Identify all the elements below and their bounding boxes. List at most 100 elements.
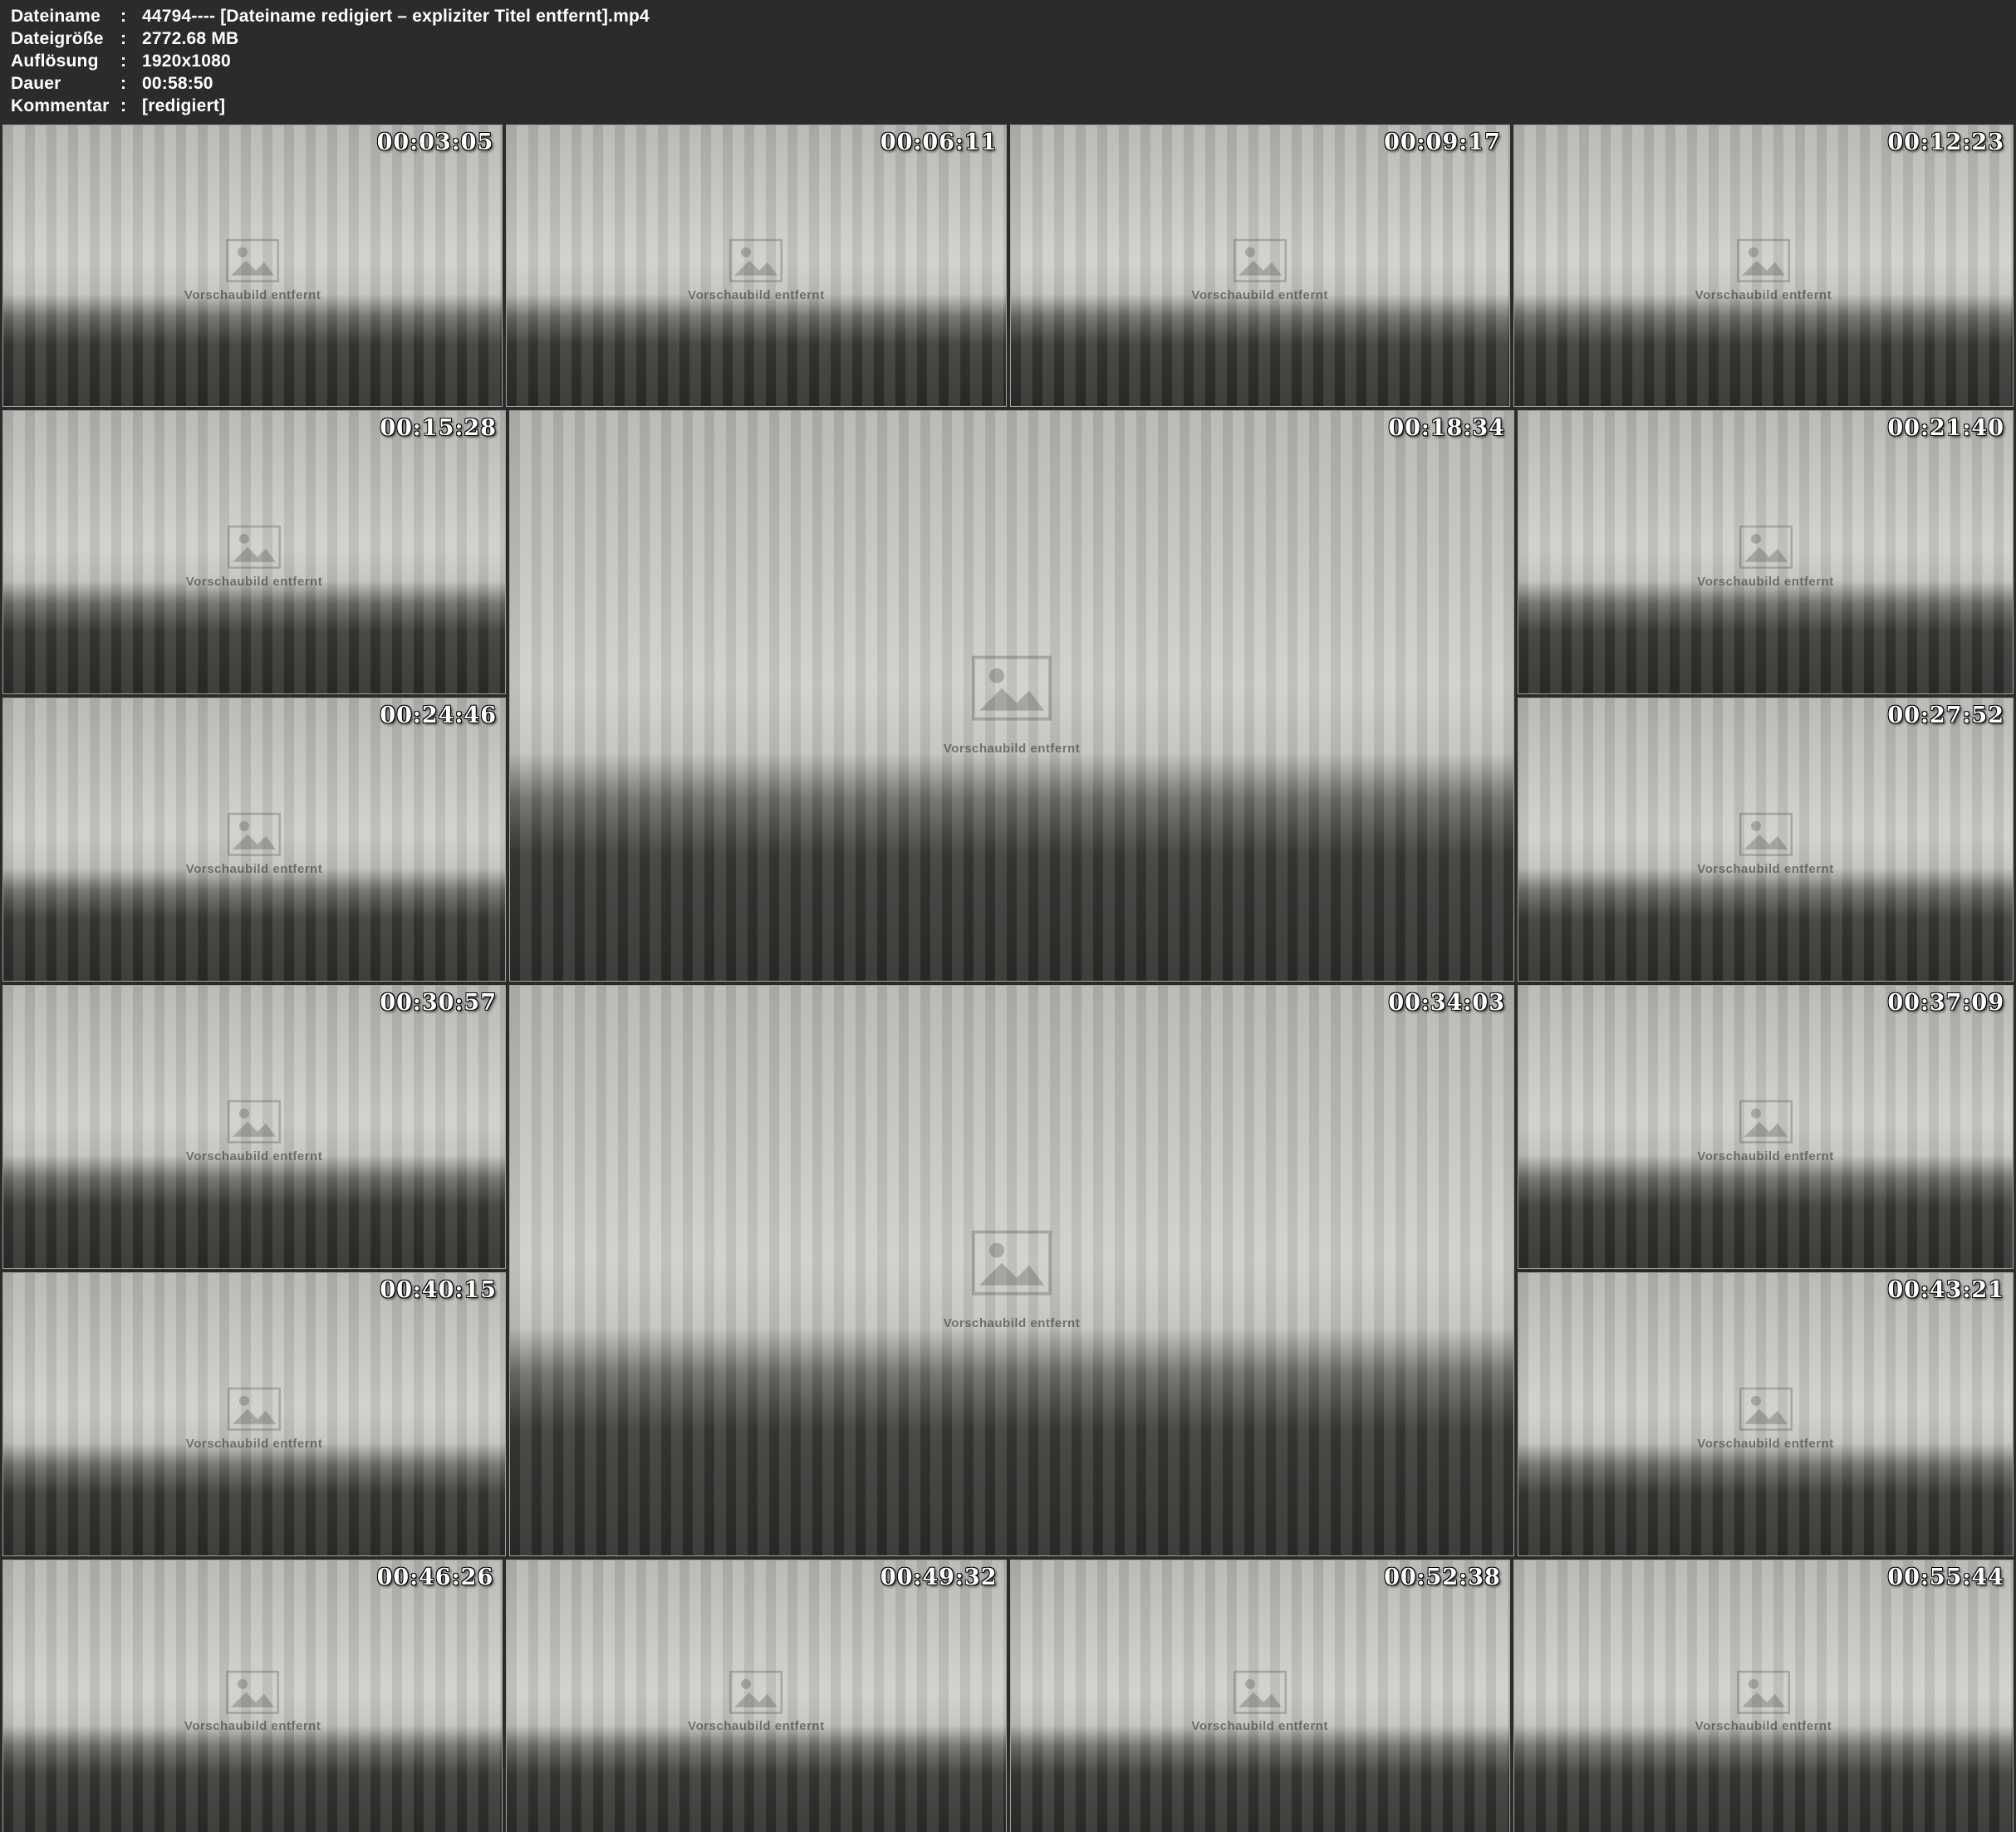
field-separator: : — [120, 51, 142, 71]
timestamp-badge: 00:18:34 — [1388, 415, 1505, 441]
timestamp-badge: 00:03:05 — [377, 130, 494, 155]
image-placeholder-icon — [228, 813, 281, 856]
band-2-right-column: Vorschaubild entfernt 00:21:40 Vorschaub… — [1518, 410, 2014, 982]
redaction-note: Vorschaubild entfernt — [510, 1316, 1513, 1330]
timestamp-badge: 00:52:38 — [1384, 1565, 1501, 1590]
redaction-note: Vorschaubild entfernt — [3, 862, 505, 876]
image-placeholder-icon — [226, 1671, 279, 1714]
redaction-note: Vorschaubild entfernt — [3, 1149, 505, 1163]
redaction-note: Vorschaubild entfernt — [1518, 1149, 2013, 1163]
band-2-center-column: Vorschaubild entfernt 00:18:34 — [509, 410, 1514, 982]
image-placeholder-icon — [972, 656, 1052, 721]
redaction-note: Vorschaubild entfernt — [3, 1719, 502, 1733]
image-placeholder-icon — [228, 1100, 281, 1144]
filename-value: 44794---- [Dateiname redigiert – explizi… — [142, 7, 2005, 27]
redaction-note: Vorschaubild entfernt — [507, 1719, 1005, 1733]
redaction-note: Vorschaubild entfernt — [1518, 862, 2013, 876]
redaction-note: Vorschaubild entfernt — [1514, 1719, 2013, 1733]
redaction-note: Vorschaubild entfernt — [1514, 288, 2013, 302]
field-label: Dauer — [11, 74, 120, 94]
timestamp-badge: 00:15:28 — [380, 415, 497, 441]
redaction-note: Vorschaubild entfernt — [3, 575, 505, 589]
thumbnail-band-3: Vorschaubild entfernt 00:30:57 Vorschaub… — [2, 985, 2014, 1556]
field-label: Auflösung — [11, 51, 120, 71]
redaction-note: Vorschaubild entfernt — [507, 288, 1005, 302]
redaction-note: Vorschaubild entfernt — [3, 288, 502, 302]
file-info-row-filename: Dateiname : 44794---- [Dateiname redigie… — [11, 7, 2005, 29]
timestamp-badge: 00:46:26 — [377, 1565, 494, 1590]
field-label: Kommentar — [11, 96, 120, 116]
video-thumbnail-large: Vorschaubild entfernt 00:18:34 — [509, 410, 1514, 982]
timestamp-badge: 00:55:44 — [1887, 1565, 2004, 1590]
resolution-value: 1920x1080 — [142, 51, 2005, 71]
video-thumbnail: Vorschaubild entfernt 00:52:38 — [1010, 1560, 1510, 1832]
video-thumbnail: Vorschaubild entfernt 00:12:23 — [1513, 125, 2014, 407]
image-placeholder-icon — [1737, 239, 1790, 282]
timestamp-badge: 00:27:52 — [1887, 703, 2004, 728]
file-info-row-comment: Kommentar : [redigiert] — [11, 96, 2005, 119]
video-thumbnail: Vorschaubild entfernt 00:24:46 — [2, 698, 506, 982]
image-placeholder-icon — [226, 239, 279, 282]
timestamp-badge: 00:37:09 — [1887, 990, 2004, 1016]
timestamp-badge: 00:30:57 — [380, 990, 497, 1016]
video-thumbnail-large: Vorschaubild entfernt 00:34:03 — [509, 985, 1514, 1556]
timestamp-badge: 00:40:15 — [380, 1277, 497, 1303]
band-3-left-column: Vorschaubild entfernt 00:30:57 Vorschaub… — [2, 985, 506, 1556]
timestamp-badge: 00:12:23 — [1887, 130, 2004, 155]
image-placeholder-icon — [729, 1671, 782, 1714]
band-3-center-column: Vorschaubild entfernt 00:34:03 — [509, 985, 1514, 1556]
video-thumbnail: Vorschaubild entfernt 00:30:57 — [2, 985, 506, 1269]
file-info-row-filesize: Dateigröße : 2772.68 MB — [11, 29, 2005, 51]
image-placeholder-icon — [228, 1388, 281, 1431]
redaction-note: Vorschaubild entfernt — [3, 1437, 505, 1451]
filesize-value: 2772.68 MB — [142, 29, 2005, 49]
redaction-note: Vorschaubild entfernt — [1011, 1719, 1509, 1733]
video-thumbnail: Vorschaubild entfernt 00:06:11 — [506, 125, 1006, 407]
redaction-note: Vorschaubild entfernt — [1518, 575, 2013, 589]
duration-value: 00:58:50 — [142, 74, 2005, 94]
video-thumbnail: Vorschaubild entfernt 00:03:05 — [2, 125, 503, 407]
redaction-note: Vorschaubild entfernt — [510, 742, 1513, 756]
band-2-left-column: Vorschaubild entfernt 00:15:28 Vorschaub… — [2, 410, 506, 982]
thumbnail-band-2: Vorschaubild entfernt 00:15:28 Vorschaub… — [2, 410, 2014, 982]
video-thumbnail: Vorschaubild entfernt 00:27:52 — [1518, 698, 2014, 982]
image-placeholder-icon — [1739, 526, 1793, 569]
timestamp-badge: 00:06:11 — [880, 130, 998, 155]
timestamp-badge: 00:21:40 — [1887, 415, 2004, 441]
video-thumbnail: Vorschaubild entfernt 00:37:09 — [1518, 985, 2014, 1269]
image-placeholder-icon — [729, 239, 782, 282]
file-info-row-resolution: Auflösung : 1920x1080 — [11, 51, 2005, 74]
timestamp-badge: 00:24:46 — [380, 703, 497, 728]
image-placeholder-icon — [1739, 1388, 1793, 1431]
image-placeholder-icon — [228, 526, 281, 569]
field-label: Dateiname — [11, 7, 120, 27]
thumbnail-band-1: Vorschaubild entfernt 00:03:05 Vorschaub… — [2, 125, 2014, 407]
field-label: Dateigröße — [11, 29, 120, 49]
thumbnail-band-4: Vorschaubild entfernt 00:46:26 Vorschaub… — [2, 1560, 2014, 1832]
band-3-right-column: Vorschaubild entfernt 00:37:09 Vorschaub… — [1518, 985, 2014, 1556]
file-info-row-duration: Dauer : 00:58:50 — [11, 74, 2005, 96]
image-placeholder-icon — [1739, 813, 1793, 856]
timestamp-badge: 00:09:17 — [1384, 130, 1501, 155]
timestamp-badge: 00:43:21 — [1887, 1277, 2004, 1303]
field-separator: : — [120, 96, 142, 116]
field-separator: : — [120, 7, 142, 27]
image-placeholder-icon — [1737, 1671, 1790, 1714]
comment-value: [redigiert] — [142, 96, 2005, 116]
field-separator: : — [120, 74, 142, 94]
redaction-note: Vorschaubild entfernt — [1011, 288, 1509, 302]
redaction-note: Vorschaubild entfernt — [1518, 1437, 2013, 1451]
timestamp-badge: 00:49:32 — [880, 1565, 998, 1590]
video-thumbnail: Vorschaubild entfernt 00:43:21 — [1518, 1272, 2014, 1556]
field-separator: : — [120, 29, 142, 49]
image-placeholder-icon — [1234, 1671, 1287, 1714]
image-placeholder-icon — [1739, 1100, 1793, 1144]
video-contact-sheet: Dateiname : 44794---- [Dateiname redigie… — [0, 0, 2016, 1832]
video-thumbnail: Vorschaubild entfernt 00:40:15 — [2, 1272, 506, 1556]
video-thumbnail: Vorschaubild entfernt 00:21:40 — [1518, 410, 2014, 694]
image-placeholder-icon — [1234, 239, 1287, 282]
timestamp-badge: 00:34:03 — [1388, 990, 1505, 1016]
video-thumbnail: Vorschaubild entfernt 00:46:26 — [2, 1560, 503, 1832]
video-thumbnail: Vorschaubild entfernt 00:15:28 — [2, 410, 506, 694]
video-thumbnail: Vorschaubild entfernt 00:55:44 — [1513, 1560, 2014, 1832]
